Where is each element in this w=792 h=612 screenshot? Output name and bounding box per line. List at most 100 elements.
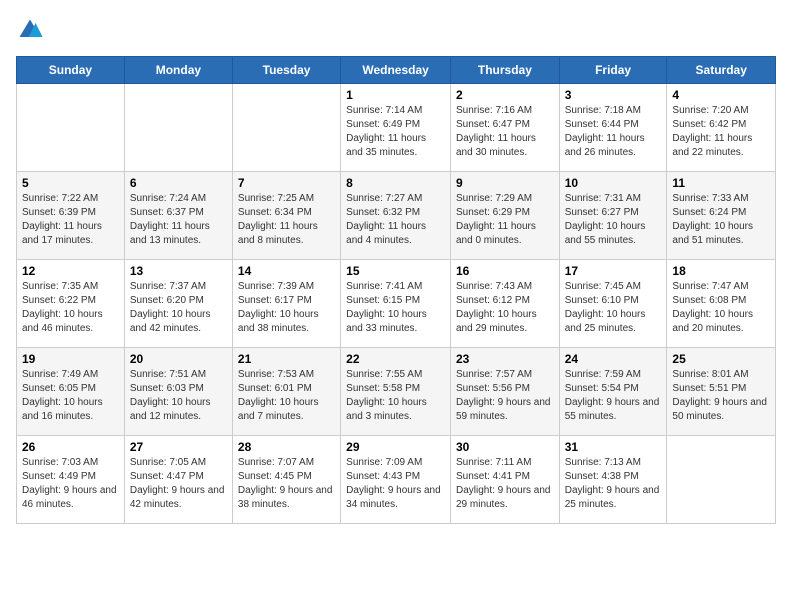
day-info: Sunrise: 7:22 AMSunset: 6:39 PMDaylight:…: [22, 192, 119, 248]
day-info: Sunrise: 7:47 AMSunset: 6:08 PMDaylight:…: [672, 280, 770, 336]
day-of-week-header: Monday: [124, 57, 232, 84]
calendar-cell: 26 Sunrise: 7:03 AMSunset: 4:49 PMDayligh…: [17, 436, 125, 524]
day-number: 3: [565, 88, 662, 102]
day-info: Sunrise: 7:13 AMSunset: 4:38 PMDaylight:…: [565, 456, 662, 512]
day-info: Sunrise: 7:16 AMSunset: 6:47 PMDaylight:…: [456, 104, 554, 160]
calendar-cell: 24Sunrise: 7:59 AMSunset: 5:54 PMDayligh…: [559, 348, 667, 436]
day-info: Sunrise: 7:37 AMSunset: 6:20 PMDaylight:…: [130, 280, 227, 336]
calendar-cell: [667, 436, 776, 524]
day-number: 20: [130, 352, 227, 366]
calendar-header-row: SundayMondayTuesdayWednesdayThursdayFrid…: [17, 57, 776, 84]
calendar-cell: 12 Sunrise: 7:35 AMSunset: 6:22 PMDayligh…: [17, 260, 125, 348]
calendar-cell: 8 Sunrise: 7:27 AMSunset: 6:32 PMDaylight…: [341, 172, 451, 260]
day-info: Sunrise: 7:24 AMSunset: 6:37 PMDaylight:…: [130, 192, 227, 248]
day-number: 4: [672, 88, 770, 102]
day-of-week-header: Sunday: [17, 57, 125, 84]
day-info: Sunrise: 7:14 AMSunset: 6:49 PMDaylight:…: [346, 104, 445, 160]
day-info: Sunrise: 7:18 AMSunset: 6:44 PMDaylight:…: [565, 104, 662, 160]
day-info: Sunrise: 7:43 AMSunset: 6:12 PMDaylight:…: [456, 280, 554, 336]
day-info: Sunrise: 7:25 AMSunset: 6:34 PMDaylight:…: [238, 192, 335, 248]
calendar-cell: [17, 84, 125, 172]
calendar-week-row: 26 Sunrise: 7:03 AMSunset: 4:49 PMDayligh…: [17, 436, 776, 524]
day-info: Sunrise: 7:09 AMSunset: 4:43 PMDaylight:…: [346, 456, 445, 512]
calendar-cell: 25 Sunrise: 8:01 AMSunset: 5:51 PMDayligh…: [667, 348, 776, 436]
day-number: 23: [456, 352, 554, 366]
day-number: 2: [456, 88, 554, 102]
day-number: 16: [456, 264, 554, 278]
day-info: Sunrise: 7:51 AMSunset: 6:03 PMDaylight:…: [130, 368, 227, 424]
day-number: 26: [22, 440, 119, 454]
calendar-cell: 30 Sunrise: 7:11 AMSunset: 4:41 PMDayligh…: [450, 436, 559, 524]
day-info: Sunrise: 7:05 AMSunset: 4:47 PMDaylight:…: [130, 456, 227, 512]
calendar-cell: 3 Sunrise: 7:18 AMSunset: 6:44 PMDaylight…: [559, 84, 667, 172]
calendar-cell: 21Sunrise: 7:53 AMSunset: 6:01 PMDayligh…: [232, 348, 340, 436]
day-info: Sunrise: 7:03 AMSunset: 4:49 PMDaylight:…: [22, 456, 119, 512]
calendar-cell: 4Sunrise: 7:20 AMSunset: 6:42 PMDaylight…: [667, 84, 776, 172]
day-number: 14: [238, 264, 335, 278]
calendar-cell: [232, 84, 340, 172]
day-number: 25: [672, 352, 770, 366]
calendar-cell: 11Sunrise: 7:33 AMSunset: 6:24 PMDayligh…: [667, 172, 776, 260]
calendar-week-row: 19Sunrise: 7:49 AMSunset: 6:05 PMDayligh…: [17, 348, 776, 436]
day-number: 10: [565, 176, 662, 190]
calendar-cell: 18 Sunrise: 7:47 AMSunset: 6:08 PMDayligh…: [667, 260, 776, 348]
calendar-cell: 28 Sunrise: 7:07 AMSunset: 4:45 PMDayligh…: [232, 436, 340, 524]
day-of-week-header: Friday: [559, 57, 667, 84]
calendar-cell: 1 Sunrise: 7:14 AMSunset: 6:49 PMDaylight…: [341, 84, 451, 172]
calendar-cell: [124, 84, 232, 172]
day-info: Sunrise: 7:35 AMSunset: 6:22 PMDaylight:…: [22, 280, 119, 336]
day-number: 13: [130, 264, 227, 278]
day-info: Sunrise: 7:31 AMSunset: 6:27 PMDaylight:…: [565, 192, 662, 248]
day-info: Sunrise: 8:01 AMSunset: 5:51 PMDaylight:…: [672, 368, 770, 424]
day-of-week-header: Wednesday: [341, 57, 451, 84]
calendar-cell: 9 Sunrise: 7:29 AMSunset: 6:29 PMDaylight…: [450, 172, 559, 260]
calendar-cell: 23 Sunrise: 7:57 AMSunset: 5:56 PMDayligh…: [450, 348, 559, 436]
day-info: Sunrise: 7:41 AMSunset: 6:15 PMDaylight:…: [346, 280, 445, 336]
day-number: 27: [130, 440, 227, 454]
calendar-cell: 5 Sunrise: 7:22 AMSunset: 6:39 PMDaylight…: [17, 172, 125, 260]
calendar-cell: 20 Sunrise: 7:51 AMSunset: 6:03 PMDayligh…: [124, 348, 232, 436]
calendar-week-row: 5 Sunrise: 7:22 AMSunset: 6:39 PMDaylight…: [17, 172, 776, 260]
calendar-cell: 13 Sunrise: 7:37 AMSunset: 6:20 PMDayligh…: [124, 260, 232, 348]
day-info: Sunrise: 7:07 AMSunset: 4:45 PMDaylight:…: [238, 456, 335, 512]
day-info: Sunrise: 7:57 AMSunset: 5:56 PMDaylight:…: [456, 368, 554, 424]
day-info: Sunrise: 7:33 AMSunset: 6:24 PMDaylight:…: [672, 192, 770, 248]
calendar-week-row: 12 Sunrise: 7:35 AMSunset: 6:22 PMDayligh…: [17, 260, 776, 348]
day-info: Sunrise: 7:59 AMSunset: 5:54 PMDaylight:…: [565, 368, 662, 424]
calendar-cell: 14Sunrise: 7:39 AMSunset: 6:17 PMDayligh…: [232, 260, 340, 348]
page-header: [16, 16, 776, 44]
day-number: 5: [22, 176, 119, 190]
day-info: Sunrise: 7:49 AMSunset: 6:05 PMDaylight:…: [22, 368, 119, 424]
day-number: 17: [565, 264, 662, 278]
day-number: 9: [456, 176, 554, 190]
day-of-week-header: Saturday: [667, 57, 776, 84]
calendar-cell: 7 Sunrise: 7:25 AMSunset: 6:34 PMDaylight…: [232, 172, 340, 260]
logo: [16, 16, 48, 44]
calendar-table: SundayMondayTuesdayWednesdayThursdayFrid…: [16, 56, 776, 524]
day-info: Sunrise: 7:27 AMSunset: 6:32 PMDaylight:…: [346, 192, 445, 248]
day-number: 31: [565, 440, 662, 454]
day-number: 8: [346, 176, 445, 190]
day-info: Sunrise: 7:55 AMSunset: 5:58 PMDaylight:…: [346, 368, 445, 424]
calendar-cell: 15Sunrise: 7:41 AMSunset: 6:15 PMDayligh…: [341, 260, 451, 348]
calendar-cell: 16 Sunrise: 7:43 AMSunset: 6:12 PMDayligh…: [450, 260, 559, 348]
calendar-cell: 10 Sunrise: 7:31 AMSunset: 6:27 PMDayligh…: [559, 172, 667, 260]
day-info: Sunrise: 7:29 AMSunset: 6:29 PMDaylight:…: [456, 192, 554, 248]
day-number: 12: [22, 264, 119, 278]
day-info: Sunrise: 7:11 AMSunset: 4:41 PMDaylight:…: [456, 456, 554, 512]
calendar-cell: 29 Sunrise: 7:09 AMSunset: 4:43 PMDayligh…: [341, 436, 451, 524]
day-info: Sunrise: 7:53 AMSunset: 6:01 PMDaylight:…: [238, 368, 335, 424]
day-number: 30: [456, 440, 554, 454]
day-of-week-header: Tuesday: [232, 57, 340, 84]
day-number: 18: [672, 264, 770, 278]
day-number: 22: [346, 352, 445, 366]
day-number: 7: [238, 176, 335, 190]
calendar-cell: 31 Sunrise: 7:13 AMSunset: 4:38 PMDayligh…: [559, 436, 667, 524]
day-number: 28: [238, 440, 335, 454]
day-of-week-header: Thursday: [450, 57, 559, 84]
day-number: 6: [130, 176, 227, 190]
day-number: 29: [346, 440, 445, 454]
calendar-cell: 2 Sunrise: 7:16 AMSunset: 6:47 PMDaylight…: [450, 84, 559, 172]
calendar-cell: 27 Sunrise: 7:05 AMSunset: 4:47 PMDayligh…: [124, 436, 232, 524]
day-number: 1: [346, 88, 445, 102]
